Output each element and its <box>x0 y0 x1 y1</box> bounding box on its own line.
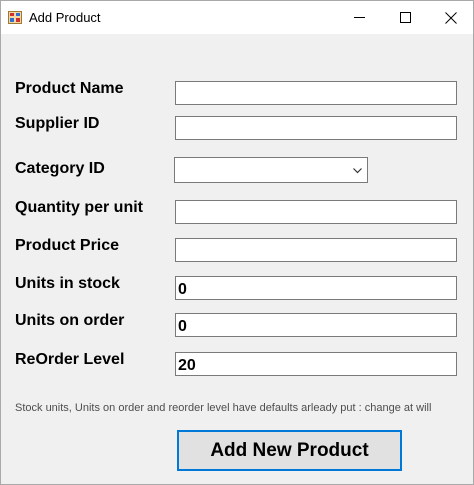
product-name-label: Product Name <box>15 80 124 97</box>
supplier-id-label: Supplier ID <box>15 115 100 132</box>
category-id-label: Category ID <box>15 160 105 177</box>
units-on-order-label: Units on order <box>15 312 125 329</box>
category-id-select[interactable] <box>174 157 368 183</box>
quantity-per-unit-input[interactable] <box>175 200 457 224</box>
window-title: Add Product <box>29 10 101 25</box>
units-in-stock-input[interactable]: 0 <box>175 276 457 300</box>
minimize-icon <box>354 17 365 18</box>
chevron-down-icon <box>353 168 362 174</box>
reorder-level-input[interactable]: 20 <box>175 352 457 376</box>
close-button[interactable] <box>427 1 473 34</box>
defaults-hint-text: Stock units, Units on order and reorder … <box>15 402 432 414</box>
add-new-product-button[interactable]: Add New Product <box>177 430 402 471</box>
maximize-icon <box>400 12 411 23</box>
minimize-button[interactable] <box>336 1 382 34</box>
product-price-input[interactable] <box>175 238 457 262</box>
supplier-id-input[interactable] <box>175 116 457 140</box>
quantity-per-unit-label: Quantity per unit <box>15 199 143 216</box>
product-price-label: Product Price <box>15 237 120 254</box>
add-product-window: Add Product Product Name Supplier ID Cat… <box>0 0 474 485</box>
close-icon <box>445 12 457 24</box>
units-in-stock-label: Units in stock <box>15 275 120 292</box>
maximize-button[interactable] <box>382 1 428 34</box>
reorder-level-label: ReOrder Level <box>15 351 125 368</box>
app-form-icon <box>8 11 22 24</box>
title-bar[interactable]: Add Product <box>1 1 473 34</box>
product-name-input[interactable] <box>175 81 457 105</box>
units-on-order-input[interactable]: 0 <box>175 313 457 337</box>
